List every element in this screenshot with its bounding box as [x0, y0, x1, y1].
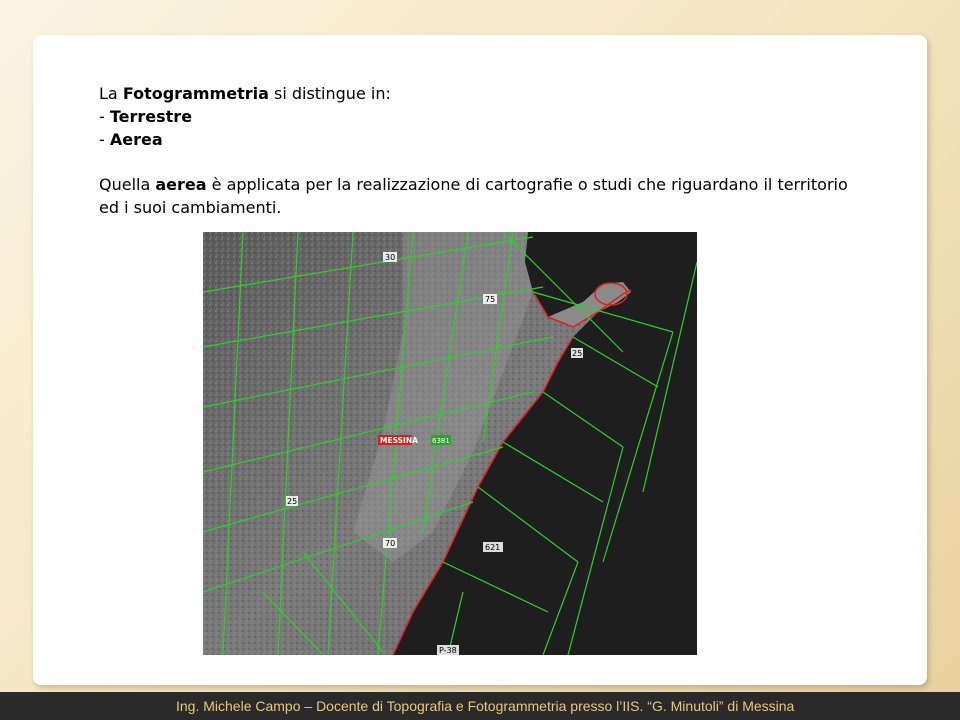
list-item-label: Terrestre — [109, 107, 193, 126]
description-paragraph: Quella aerea è applicata per la realizza… — [99, 173, 899, 219]
city-label: MESSINA — [380, 436, 418, 445]
paragraph-line-2: ed i suoi cambiamenti. — [99, 198, 282, 217]
label-p38: P-38 — [439, 646, 457, 655]
list-item-label: Aerea — [109, 130, 163, 149]
list-dash: - — [99, 130, 110, 149]
para-prefix: Quella — [99, 175, 156, 194]
list-item-terrestre: - Terrestre — [99, 105, 899, 128]
label-70: 70 — [385, 539, 395, 548]
label-25-left: 25 — [287, 497, 297, 506]
intro-suffix: si distingue in: — [268, 84, 391, 103]
para-suffix: è applicata per la realizzazione di cart… — [206, 175, 848, 194]
label-75: 75 — [485, 295, 495, 304]
label-621: 621 — [485, 543, 500, 552]
list-item-aerea: - Aerea — [99, 128, 899, 151]
para-bold-term: aerea — [155, 175, 207, 194]
intro-line: La Fotogrammetria si distingue in: — [99, 82, 899, 105]
aerial-map-svg: 30 75 25 MESSINA 6381 25 70 621 P-38 — [203, 232, 697, 655]
label-30: 30 — [385, 253, 395, 262]
green-tag: 6381 — [432, 437, 450, 445]
slide-text: La Fotogrammetria si distingue in: - Ter… — [99, 82, 899, 219]
paragraph-line-1: Quella aerea è applicata per la realizza… — [99, 173, 899, 196]
aerial-photo: 30 75 25 MESSINA 6381 25 70 621 P-38 — [203, 232, 697, 655]
list-dash: - — [99, 107, 110, 126]
intro-bold-term: Fotogrammetria — [122, 84, 269, 103]
intro-prefix: La — [99, 84, 123, 103]
footer-text: Ing. Michele Campo – Docente di Topograf… — [176, 698, 795, 714]
label-25-right: 25 — [572, 349, 582, 358]
